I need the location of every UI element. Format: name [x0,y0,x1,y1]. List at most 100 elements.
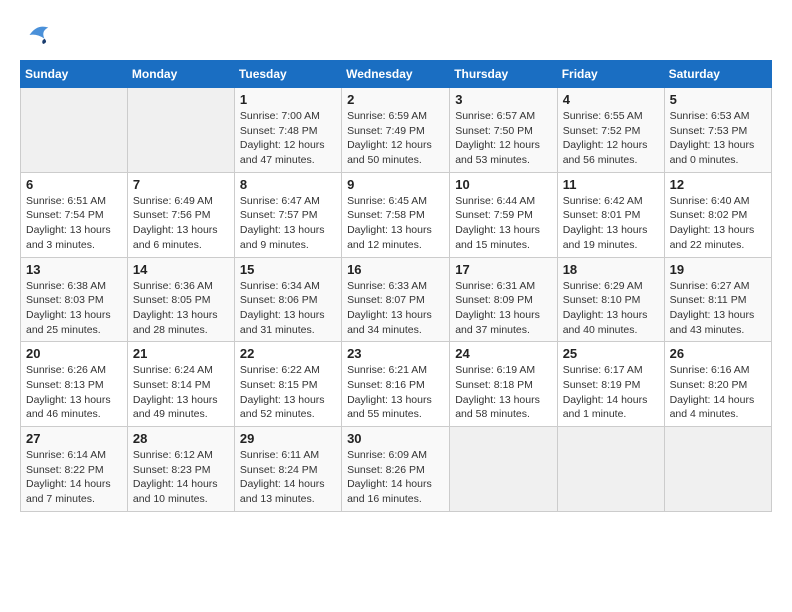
day-number: 16 [347,262,444,277]
day-number: 23 [347,346,444,361]
calendar-cell: 12 Sunrise: 6:40 AM Sunset: 8:02 PM Dayli… [664,172,771,257]
weekday-header-sunday: Sunday [21,61,128,88]
calendar-cell [557,427,664,512]
weekday-header-friday: Friday [557,61,664,88]
day-number: 5 [670,92,766,107]
calendar-cell: 22 Sunrise: 6:22 AM Sunset: 8:15 PM Dayli… [234,342,341,427]
day-info: Sunrise: 6:49 AM Sunset: 7:56 PM Dayligh… [133,194,229,253]
day-number: 17 [455,262,551,277]
day-info: Sunrise: 6:19 AM Sunset: 8:18 PM Dayligh… [455,363,551,422]
calendar-cell: 1 Sunrise: 7:00 AM Sunset: 7:48 PM Daylig… [234,88,341,173]
day-info: Sunrise: 6:12 AM Sunset: 8:23 PM Dayligh… [133,448,229,507]
day-info: Sunrise: 6:34 AM Sunset: 8:06 PM Dayligh… [240,279,336,338]
calendar-cell: 6Sunrise: 6:51 AM Sunset: 7:54 PM Daylig… [21,172,128,257]
calendar-cell: 15 Sunrise: 6:34 AM Sunset: 8:06 PM Dayli… [234,257,341,342]
day-info: Sunrise: 6:27 AM Sunset: 8:11 PM Dayligh… [670,279,766,338]
calendar-cell: 2 Sunrise: 6:59 AM Sunset: 7:49 PM Daylig… [342,88,450,173]
day-number: 3 [455,92,551,107]
day-number: 18 [563,262,659,277]
weekday-header-saturday: Saturday [664,61,771,88]
page-header [20,20,772,50]
day-number: 12 [670,177,766,192]
calendar-cell: 5 Sunrise: 6:53 AM Sunset: 7:53 PM Daylig… [664,88,771,173]
day-number: 7 [133,177,229,192]
calendar-cell: 11 Sunrise: 6:42 AM Sunset: 8:01 PM Dayli… [557,172,664,257]
calendar-cell: 23 Sunrise: 6:21 AM Sunset: 8:16 PM Dayli… [342,342,450,427]
calendar-cell: 7 Sunrise: 6:49 AM Sunset: 7:56 PM Daylig… [127,172,234,257]
weekday-header-monday: Monday [127,61,234,88]
day-info: Sunrise: 6:42 AM Sunset: 8:01 PM Dayligh… [563,194,659,253]
day-number: 13 [26,262,122,277]
day-number: 27 [26,431,122,446]
day-info: Sunrise: 6:57 AM Sunset: 7:50 PM Dayligh… [455,109,551,168]
calendar-cell [450,427,557,512]
calendar-table: SundayMondayTuesdayWednesdayThursdayFrid… [20,60,772,512]
day-info: Sunrise: 6:22 AM Sunset: 8:15 PM Dayligh… [240,363,336,422]
day-info: Sunrise: 6:31 AM Sunset: 8:09 PM Dayligh… [455,279,551,338]
weekday-header-wednesday: Wednesday [342,61,450,88]
day-number: 26 [670,346,766,361]
calendar-cell [664,427,771,512]
day-number: 29 [240,431,336,446]
weekday-header-thursday: Thursday [450,61,557,88]
calendar-cell: 27 Sunrise: 6:14 AM Sunset: 8:22 PM Dayli… [21,427,128,512]
day-info: Sunrise: 6:26 AM Sunset: 8:13 PM Dayligh… [26,363,122,422]
day-info: Sunrise: 6:11 AM Sunset: 8:24 PM Dayligh… [240,448,336,507]
calendar-cell: 14 Sunrise: 6:36 AM Sunset: 8:05 PM Dayli… [127,257,234,342]
calendar-cell: 28 Sunrise: 6:12 AM Sunset: 8:23 PM Dayli… [127,427,234,512]
day-info: Sunrise: 7:00 AM Sunset: 7:48 PM Dayligh… [240,109,336,168]
day-number: 28 [133,431,229,446]
day-number: 21 [133,346,229,361]
day-number: 20 [26,346,122,361]
calendar-cell: 24 Sunrise: 6:19 AM Sunset: 8:18 PM Dayli… [450,342,557,427]
day-number: 8 [240,177,336,192]
logo [20,20,52,50]
day-info: Sunrise: 6:55 AM Sunset: 7:52 PM Dayligh… [563,109,659,168]
calendar-cell: 9 Sunrise: 6:45 AM Sunset: 7:58 PM Daylig… [342,172,450,257]
calendar-cell: 10 Sunrise: 6:44 AM Sunset: 7:59 PM Dayli… [450,172,557,257]
day-info: Sunrise: 6:45 AM Sunset: 7:58 PM Dayligh… [347,194,444,253]
day-info: Sunrise: 6:17 AM Sunset: 8:19 PM Dayligh… [563,363,659,422]
calendar-cell: 25Sunrise: 6:17 AM Sunset: 8:19 PM Dayli… [557,342,664,427]
day-info: Sunrise: 6:29 AM Sunset: 8:10 PM Dayligh… [563,279,659,338]
day-number: 22 [240,346,336,361]
calendar-cell: 29 Sunrise: 6:11 AM Sunset: 8:24 PM Dayli… [234,427,341,512]
day-number: 10 [455,177,551,192]
day-info: Sunrise: 6:24 AM Sunset: 8:14 PM Dayligh… [133,363,229,422]
day-info: Sunrise: 6:44 AM Sunset: 7:59 PM Dayligh… [455,194,551,253]
day-number: 2 [347,92,444,107]
day-info: Sunrise: 6:09 AM Sunset: 8:26 PM Dayligh… [347,448,444,507]
day-info: Sunrise: 6:33 AM Sunset: 8:07 PM Dayligh… [347,279,444,338]
calendar-cell: 17 Sunrise: 6:31 AM Sunset: 8:09 PM Dayli… [450,257,557,342]
day-number: 1 [240,92,336,107]
calendar-cell: 4 Sunrise: 6:55 AM Sunset: 7:52 PM Daylig… [557,88,664,173]
calendar-cell: 13 Sunrise: 6:38 AM Sunset: 8:03 PM Dayli… [21,257,128,342]
calendar-cell: 18 Sunrise: 6:29 AM Sunset: 8:10 PM Dayli… [557,257,664,342]
calendar-cell: 8Sunrise: 6:47 AM Sunset: 7:57 PM Daylig… [234,172,341,257]
day-info: Sunrise: 6:16 AM Sunset: 8:20 PM Dayligh… [670,363,766,422]
calendar-cell: 3 Sunrise: 6:57 AM Sunset: 7:50 PM Daylig… [450,88,557,173]
calendar-cell [21,88,128,173]
day-number: 6 [26,177,122,192]
day-info: Sunrise: 6:36 AM Sunset: 8:05 PM Dayligh… [133,279,229,338]
day-number: 14 [133,262,229,277]
day-info: Sunrise: 6:38 AM Sunset: 8:03 PM Dayligh… [26,279,122,338]
day-number: 9 [347,177,444,192]
day-number: 4 [563,92,659,107]
day-number: 11 [563,177,659,192]
day-info: Sunrise: 6:14 AM Sunset: 8:22 PM Dayligh… [26,448,122,507]
logo-bird-icon [22,20,52,50]
calendar-cell: 30 Sunrise: 6:09 AM Sunset: 8:26 PM Dayli… [342,427,450,512]
calendar-cell: 26 Sunrise: 6:16 AM Sunset: 8:20 PM Dayli… [664,342,771,427]
day-number: 24 [455,346,551,361]
day-number: 30 [347,431,444,446]
calendar-cell: 19 Sunrise: 6:27 AM Sunset: 8:11 PM Dayli… [664,257,771,342]
day-number: 19 [670,262,766,277]
day-info: Sunrise: 6:59 AM Sunset: 7:49 PM Dayligh… [347,109,444,168]
calendar-cell: 21 Sunrise: 6:24 AM Sunset: 8:14 PM Dayli… [127,342,234,427]
calendar-header: SundayMondayTuesdayWednesdayThursdayFrid… [21,61,772,88]
day-info: Sunrise: 6:40 AM Sunset: 8:02 PM Dayligh… [670,194,766,253]
day-number: 15 [240,262,336,277]
day-info: Sunrise: 6:53 AM Sunset: 7:53 PM Dayligh… [670,109,766,168]
day-info: Sunrise: 6:21 AM Sunset: 8:16 PM Dayligh… [347,363,444,422]
